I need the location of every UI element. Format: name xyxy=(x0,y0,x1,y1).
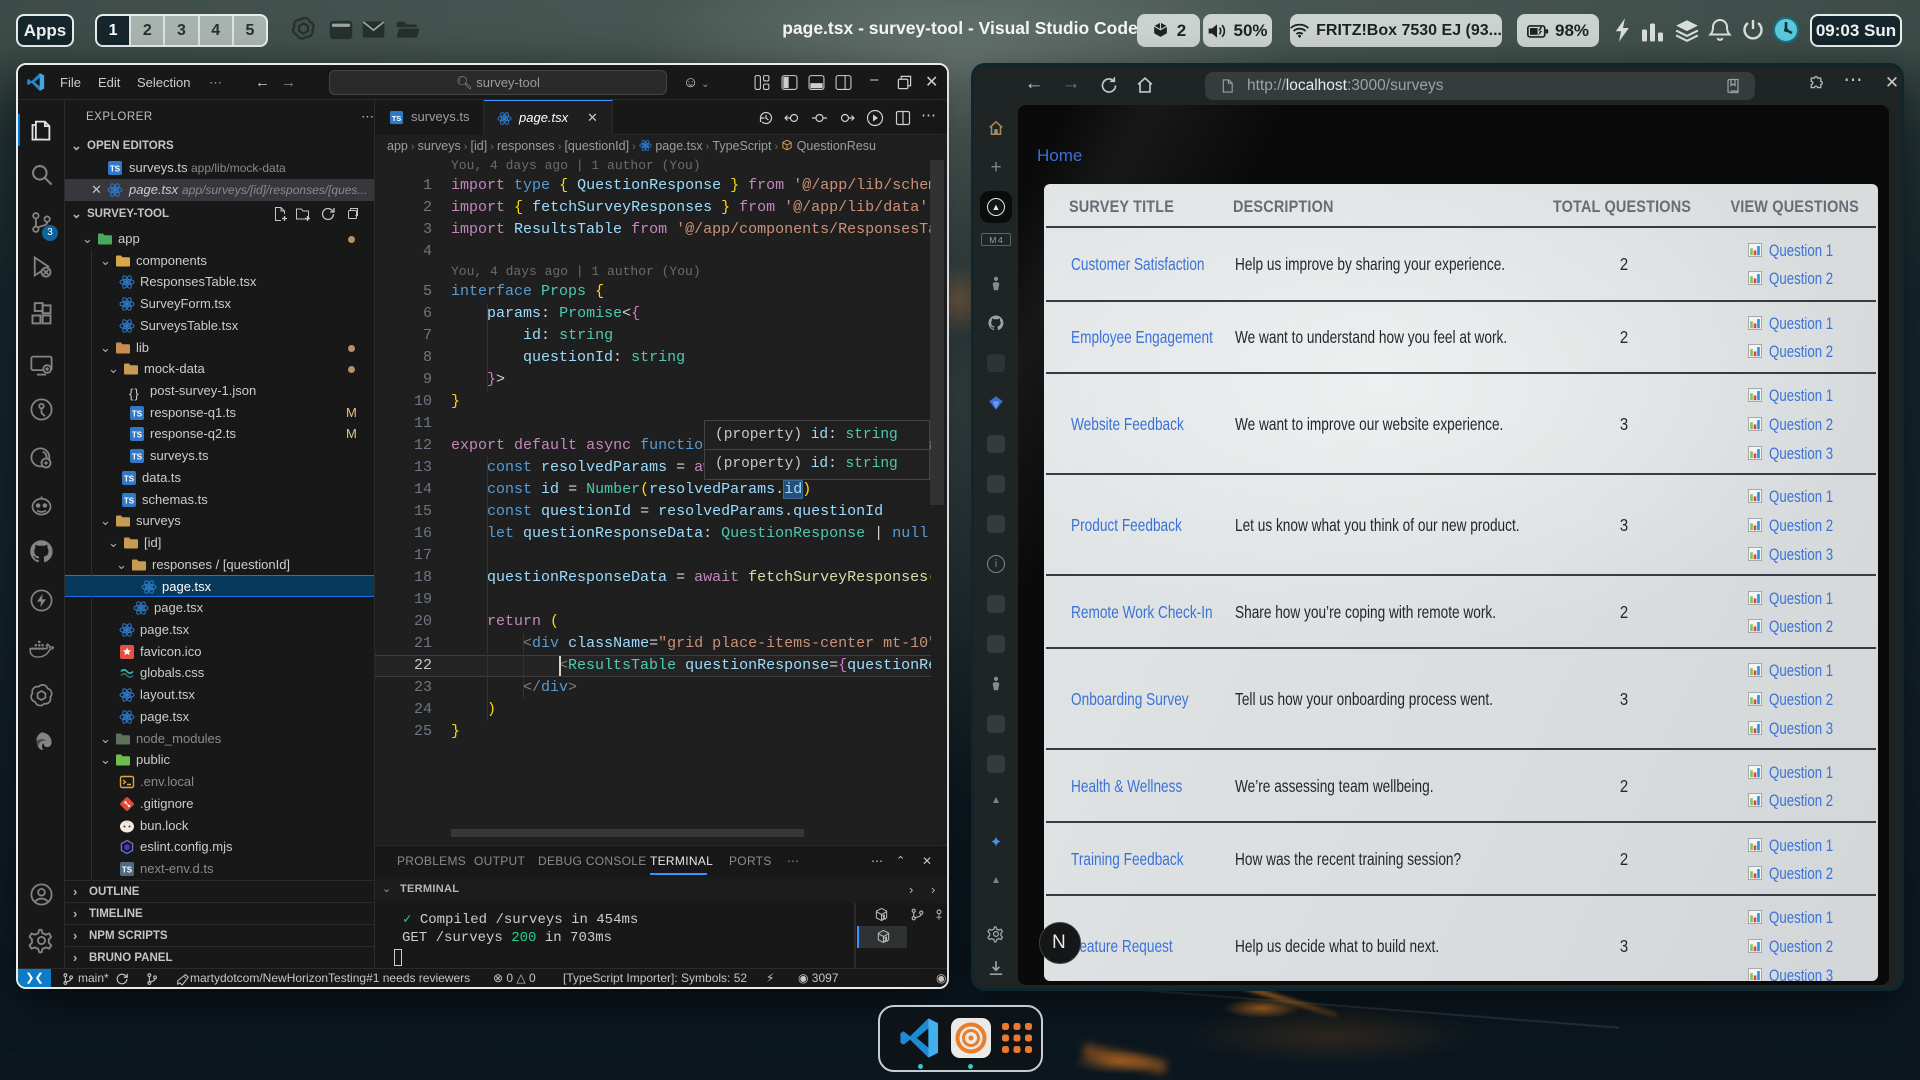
svg-text:TS: TS xyxy=(132,410,143,419)
svg-text:1: 1 xyxy=(882,915,885,921)
svg-text:TS: TS xyxy=(122,866,133,875)
svg-text:TS: TS xyxy=(132,431,143,440)
svg-text:TS: TS xyxy=(392,114,402,123)
svg-text:TS: TS xyxy=(132,453,143,462)
svg-text:TS: TS xyxy=(110,165,121,174)
svg-text:TS: TS xyxy=(124,475,135,484)
svg-text:1: 1 xyxy=(884,937,887,943)
svg-text:TS: TS xyxy=(124,497,135,506)
